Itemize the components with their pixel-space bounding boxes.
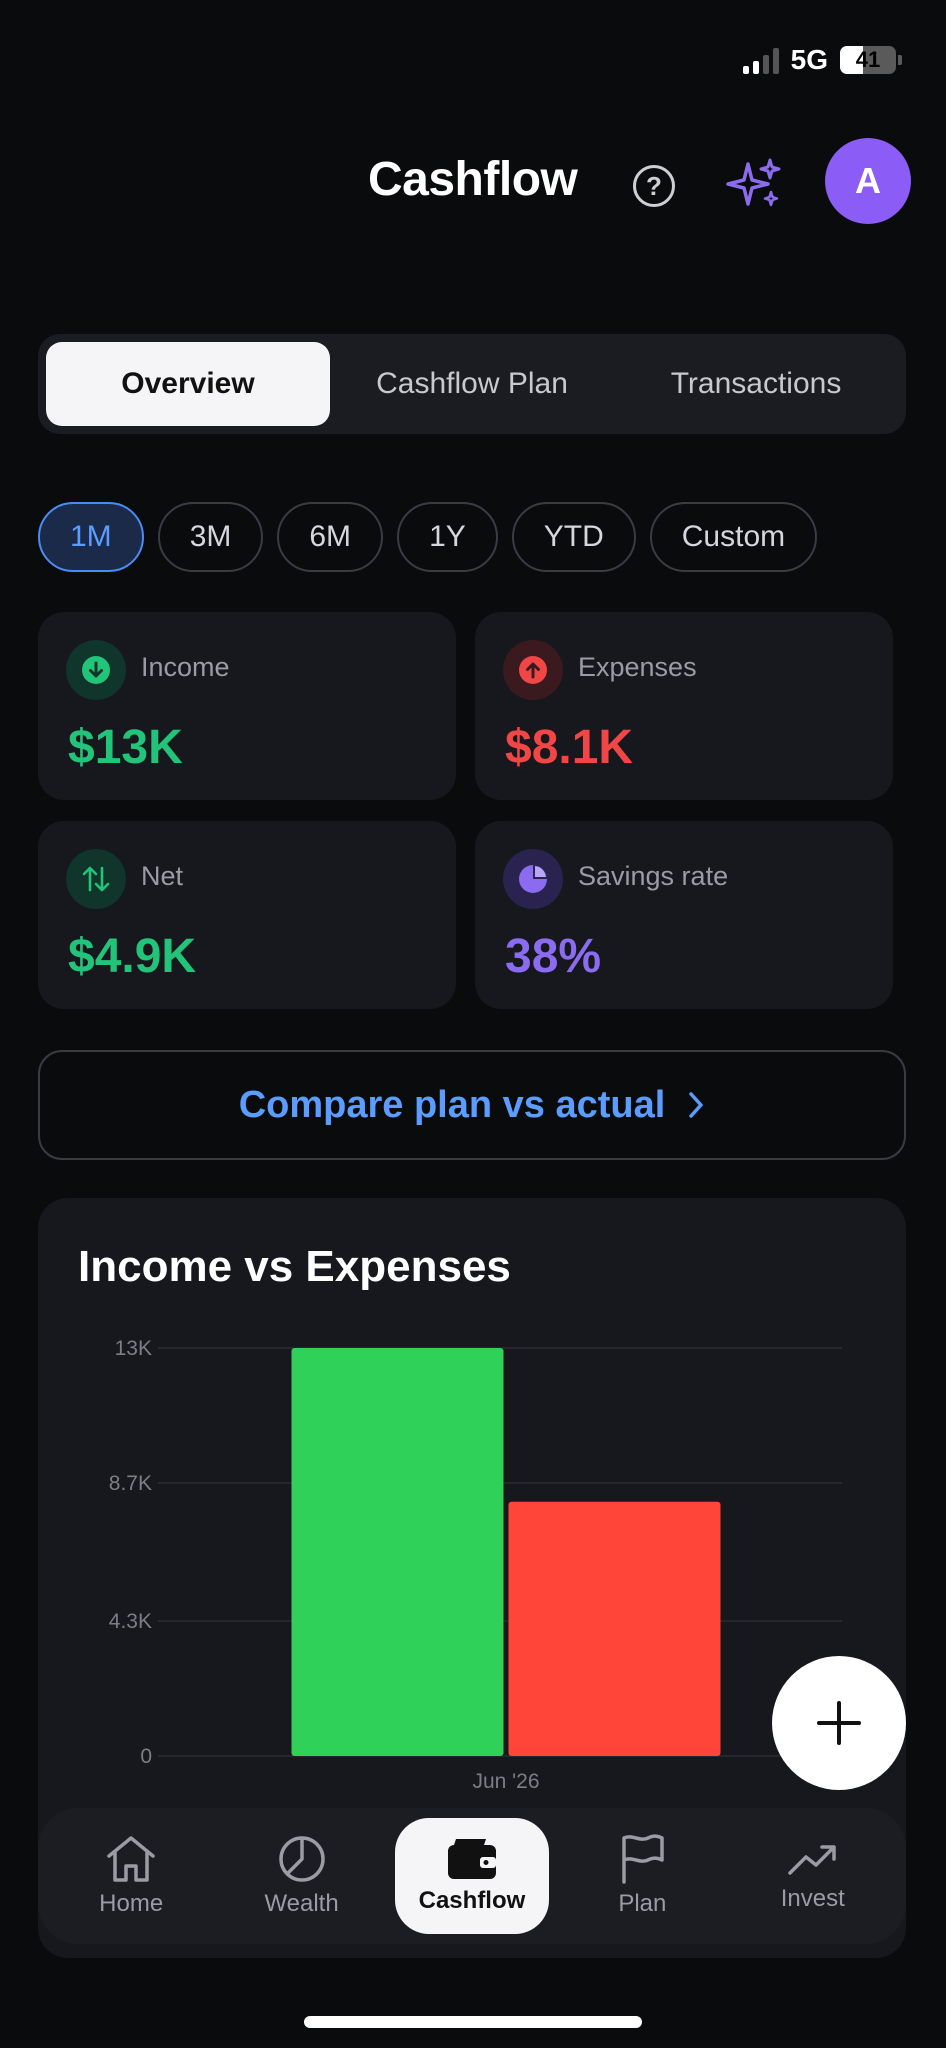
x-tick-label: Jun '26 <box>472 1770 539 1793</box>
nav-home[interactable]: Home <box>54 1818 208 1934</box>
nav-plan[interactable]: Plan <box>565 1818 719 1934</box>
segmented-tabs: Overview Cashflow Plan Transactions <box>38 334 906 434</box>
expenses-card[interactable]: Expenses $8.1K <box>475 612 893 800</box>
range-6m[interactable]: 6M <box>277 502 384 572</box>
nav-invest-label: Invest <box>780 1885 845 1912</box>
income-bar[interactable] <box>291 1348 504 1756</box>
compare-plan-button[interactable]: Compare plan vs actual <box>38 1050 906 1160</box>
range-selector: 1M 3M 6M 1Y YTD Custom <box>38 502 818 572</box>
ai-assistant-button[interactable] <box>724 154 786 216</box>
y-tick-label: 8.7K <box>109 1472 152 1495</box>
expenses-label: Expenses <box>578 652 697 682</box>
sparkles-icon <box>726 158 781 207</box>
cellular-signal-icon <box>742 46 779 74</box>
income-value: $13K <box>68 721 183 774</box>
nav-cashflow[interactable]: Cashflow <box>394 1818 549 1934</box>
battery-icon: 41 <box>840 46 902 74</box>
network-type: 5G <box>790 44 828 75</box>
savings-rate-value: 38% <box>505 930 602 983</box>
compare-plan-label: Compare plan vs actual <box>238 1083 666 1126</box>
nav-invest[interactable]: Invest <box>736 1818 890 1934</box>
income-label: Income <box>141 652 230 682</box>
wallet-icon <box>447 1839 496 1879</box>
expenses-value: $8.1K <box>505 721 634 774</box>
battery-percent: 41 <box>855 47 881 72</box>
y-tick-label: 4.3K <box>109 1610 152 1633</box>
tab-overview[interactable]: Overview <box>46 342 330 426</box>
avatar-initial: A <box>855 160 881 201</box>
chart-plot: 0 4.3K 8.7K 13K Jun '26 <box>109 1337 842 1793</box>
expenses-icon <box>503 640 563 700</box>
income-card[interactable]: Income $13K <box>38 612 456 800</box>
header: Cashflow ? A <box>0 130 946 240</box>
expenses-bar[interactable] <box>508 1501 721 1756</box>
savings-rate-card[interactable]: Savings rate 38% <box>475 821 893 1009</box>
nav-cashflow-label: Cashflow <box>418 1887 526 1914</box>
swap-vertical-icon <box>66 849 126 909</box>
range-3m[interactable]: 3M <box>157 502 264 572</box>
trending-up-icon <box>788 1845 836 1875</box>
home-icon <box>107 1836 155 1882</box>
avatar[interactable]: A <box>825 138 911 224</box>
nav-home-label: Home <box>99 1890 164 1917</box>
plus-icon <box>817 1701 861 1745</box>
tab-transactions[interactable]: Transactions <box>614 342 898 426</box>
add-transaction-button[interactable] <box>772 1656 906 1790</box>
range-1y[interactable]: 1Y <box>397 502 498 572</box>
y-tick-label: 0 <box>140 1745 152 1768</box>
help-button[interactable]: ? <box>633 165 675 207</box>
pie-chart-icon <box>278 1836 325 1882</box>
net-label: Net <box>141 861 184 891</box>
chevron-right-icon <box>689 1092 704 1118</box>
savings-rate-label: Savings rate <box>578 861 729 891</box>
range-1m[interactable]: 1M <box>38 502 144 572</box>
net-card[interactable]: Net $4.9K <box>38 821 456 1009</box>
page-title: Cashflow <box>368 153 578 206</box>
y-tick-label: 13K <box>115 1337 152 1360</box>
tab-cashflow-plan[interactable]: Cashflow Plan <box>330 342 614 426</box>
status-bar: 5G 41 <box>742 40 902 80</box>
net-value: $4.9K <box>68 930 197 983</box>
home-indicator <box>304 2016 642 2028</box>
range-custom[interactable]: Custom <box>649 502 818 572</box>
question-circle-icon: ? <box>646 170 662 201</box>
nav-wealth-label: Wealth <box>264 1890 339 1917</box>
nav-wealth[interactable]: Wealth <box>225 1818 379 1934</box>
chart-title: Income vs Expenses <box>78 1242 511 1291</box>
range-ytd[interactable]: YTD <box>511 502 636 572</box>
flag-icon <box>622 1834 665 1884</box>
bottom-nav: Home Wealth Cashflow Plan Invest <box>38 1808 906 1944</box>
pie-chart-icon <box>503 849 563 909</box>
nav-plan-label: Plan <box>618 1890 667 1917</box>
income-icon <box>66 640 126 700</box>
